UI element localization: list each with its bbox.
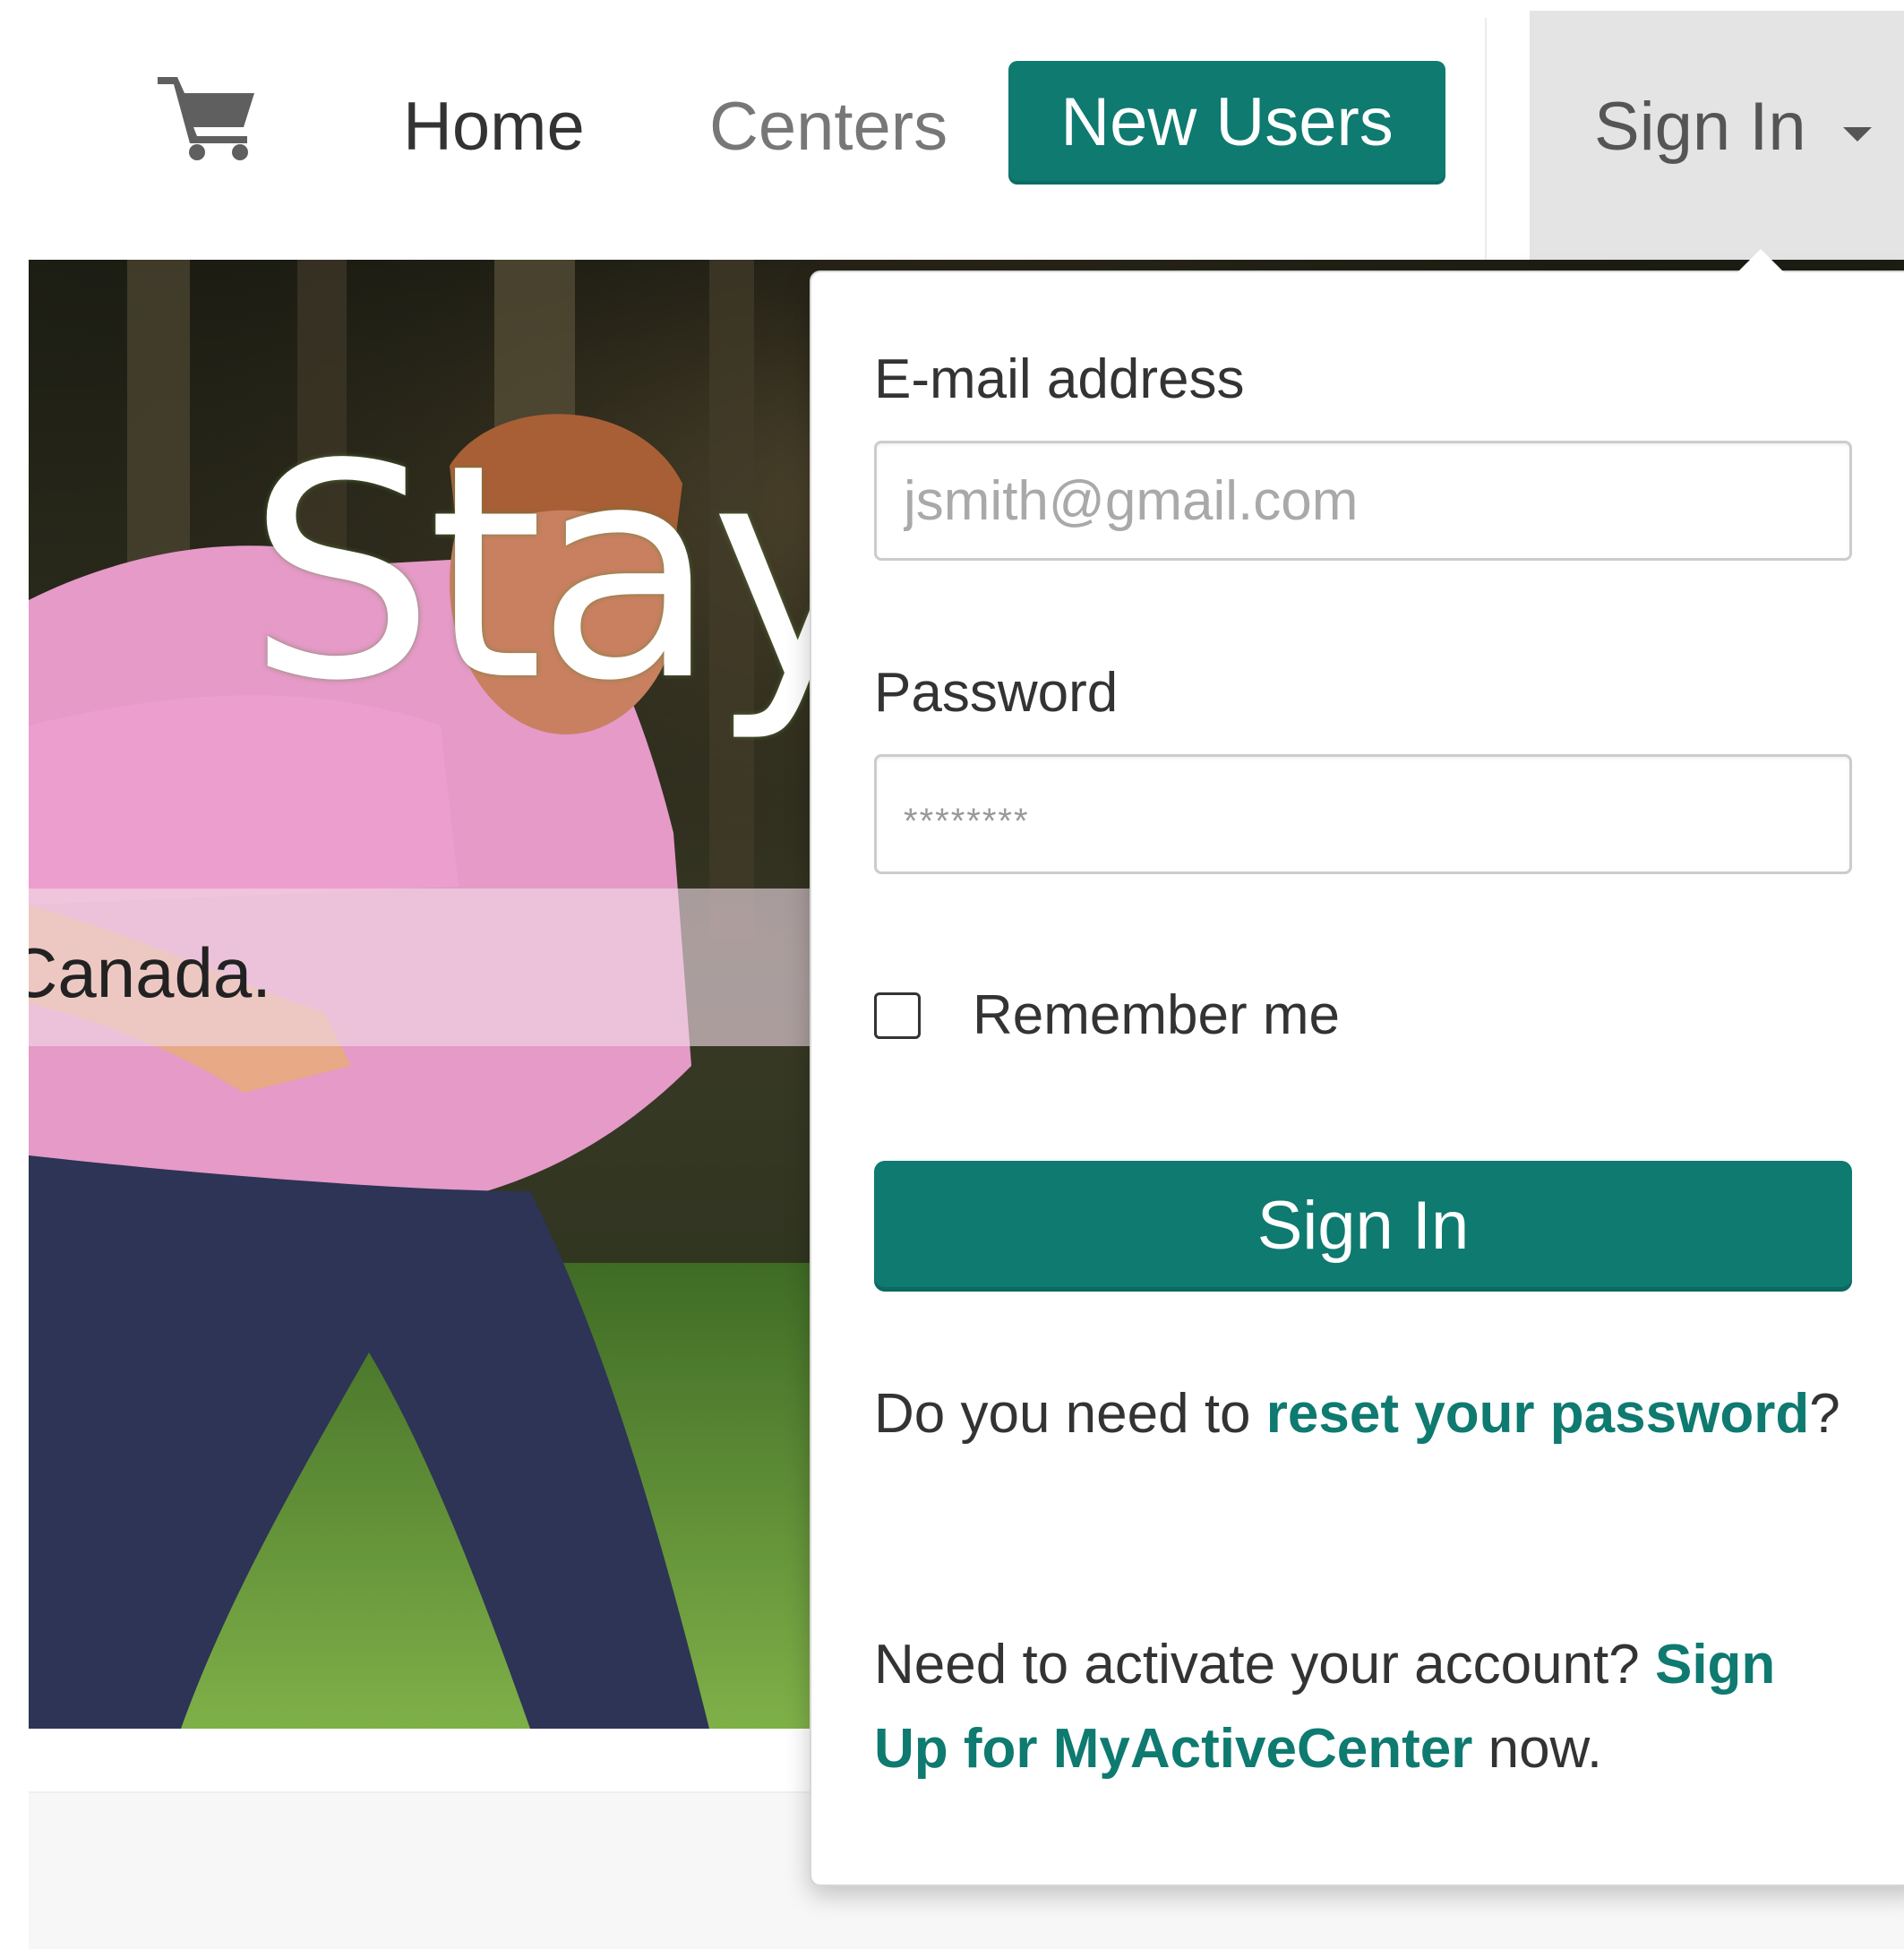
nav-home[interactable]: Home (403, 82, 585, 172)
hero-caption-text: Canada. (29, 933, 271, 1012)
password-label: Password (874, 662, 1119, 724)
sign-in-dropdown: E-mail address Password Remember me Sign… (810, 249, 1904, 1886)
navbar: Home Centers New Users Sign In (0, 0, 1904, 260)
new-users-button[interactable]: New Users (1008, 61, 1445, 185)
reset-password-link[interactable]: reset your password (1266, 1383, 1809, 1445)
nav-divider (1485, 18, 1487, 260)
nav-centers[interactable]: Centers (709, 82, 948, 172)
reset-password-help: Do you need to reset your password? (874, 1372, 1859, 1456)
email-label: E-mail address (874, 348, 1245, 410)
reset-suffix: ? (1809, 1383, 1840, 1445)
activate-suffix: now. (1472, 1718, 1603, 1780)
activate-prefix: Need to activate your account? (874, 1634, 1655, 1696)
email-input[interactable] (874, 441, 1852, 561)
remember-me-label[interactable]: Remember me (973, 980, 1340, 1052)
sign-in-submit-button[interactable]: Sign In (874, 1161, 1852, 1292)
dropdown-arrow (1737, 249, 1784, 272)
remember-me-checkbox[interactable] (874, 992, 921, 1039)
reset-prefix: Do you need to (874, 1383, 1266, 1445)
shopping-cart-icon[interactable] (154, 68, 262, 161)
caret-down-icon (1843, 127, 1872, 142)
page: Home Centers New Users Sign In Stay Cana… (0, 0, 1904, 1949)
activate-account-help: Need to activate your account? Sign Up f… (874, 1623, 1859, 1791)
sign-in-toggle-label: Sign In (1594, 89, 1806, 165)
sign-in-dropdown-toggle[interactable]: Sign In (1530, 11, 1904, 260)
password-input[interactable] (874, 754, 1852, 874)
hero-title: Stay (247, 401, 885, 745)
